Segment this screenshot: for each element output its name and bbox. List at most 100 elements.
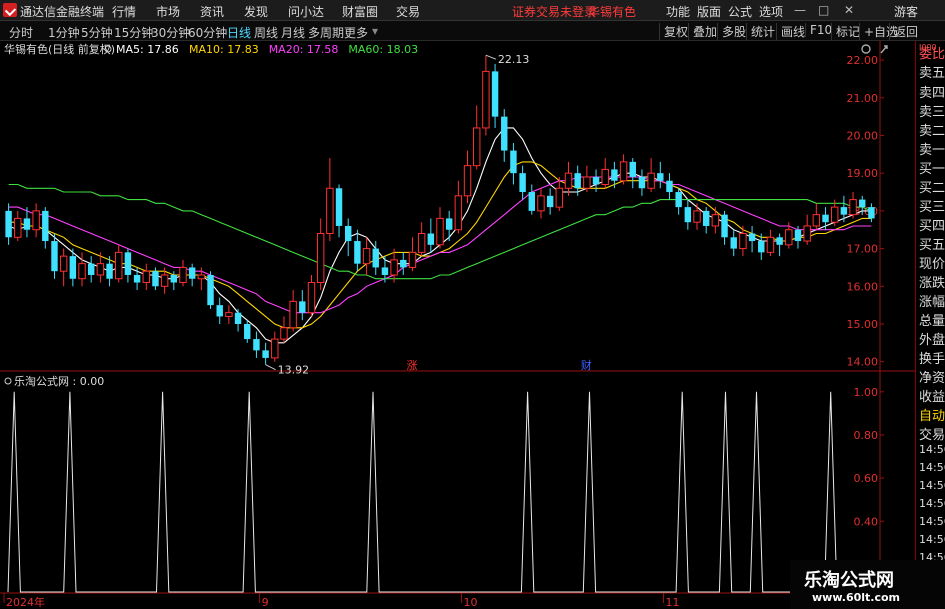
candle-body [78,263,86,280]
candle-body [160,274,169,287]
candle-body [785,229,793,246]
candle-body [519,173,526,193]
candle-body [188,267,196,279]
panel-time-4: 14:56 [919,497,945,510]
candle-body [400,259,407,268]
menu-item-markets[interactable]: 市场 [156,3,180,20]
tab-monthly[interactable]: 月线 [281,24,305,41]
panel-trade[interactable]: 交易 [919,424,945,443]
panel-turnover: 换手 [919,352,945,367]
indicator-tick-label: 1.00 [854,386,879,399]
draw-line-button[interactable]: 画线 [776,23,805,40]
panel-earnings: 收益 [919,390,945,405]
panel-volume: 总量 [919,314,945,329]
high-price-label: 22.13 [498,53,530,66]
f10-button[interactable]: F10 [805,23,832,37]
candle-body [859,199,866,208]
tab-multi-period[interactable]: 多周期 [308,24,344,41]
overlay-button[interactable]: 叠加 [688,23,717,40]
panel-buy2: 买二 [919,181,945,196]
menu-item-formula[interactable]: 公式 [728,3,752,20]
tab-more[interactable]: 更多 [344,24,368,41]
menu-item-options[interactable]: 选项 [759,3,783,20]
chevron-down-icon[interactable]: ▾ [372,24,378,38]
share-icon[interactable] [880,45,888,54]
adjust-button[interactable]: 复权 [659,23,688,40]
candle-body [436,217,444,246]
candle-body [730,237,737,249]
panel-net-assets: 净资 [919,371,945,386]
candle-body [776,237,783,245]
panel-auto[interactable]: 自动 [919,405,945,424]
candle-body [537,195,545,212]
panel-outer: 外盘 [919,333,945,348]
candle-body [693,210,701,223]
candle-body [344,225,352,242]
menu-item-functions[interactable]: 功能 [666,3,690,20]
price-tick-label: 14.00 [847,356,879,369]
price-tick-label: 20.00 [847,129,879,142]
candle-body [463,165,472,197]
tab-daily[interactable]: 日线 [227,24,251,41]
candle-body [23,218,31,230]
tab-weekly[interactable]: 周线 [254,24,278,41]
panel-buy3: 买三 [919,200,945,215]
candle-body [868,207,875,219]
candle-body [711,214,720,227]
panel-change-pct: 涨幅 [919,295,945,310]
menu-item-wealth[interactable]: 财富圈 [342,3,378,20]
candle-body [417,233,426,253]
menu-item-discover[interactable]: 发现 [244,3,268,20]
menu-bar: 通达信金融终端 行情 市场 资讯 发现 问小达 财富圈 交易 证券交易未登录 华… [0,0,945,21]
tab-1min[interactable]: 1分钟 [48,24,80,41]
candle-body [482,70,490,129]
menu-item-news[interactable]: 资讯 [200,3,224,20]
panel-change: 涨跌 [919,276,945,291]
tab-5min[interactable]: 5分钟 [81,24,113,41]
stock-name-label: 华锡有色 [588,5,637,19]
x-tick-label: 2024年 [6,595,45,609]
ma-legend-ma5: MA5: 17.86 [116,43,179,56]
chart-stock-name: 华锡有色 [4,42,48,56]
watermark-title: 乐淘公式网 [804,570,894,591]
candle-body [675,192,682,208]
panel-time-3: 14:56 [919,479,945,492]
stats-button[interactable]: 统计 [746,23,775,40]
panel-sell2: 卖二 [919,124,945,139]
maximize-icon[interactable]: □ [818,3,829,17]
candle-body [501,116,508,151]
watermark: 乐淘公式网 www.60lt.com [790,560,945,609]
guest-label[interactable]: 游客 [894,3,918,20]
menu-item-market[interactable]: 行情 [112,3,136,20]
multi-stock-button[interactable]: 多股 [717,23,746,40]
minimize-icon[interactable]: — [794,3,806,17]
panel-sell1: 卖一 [919,143,945,158]
settings-icon[interactable] [861,44,871,54]
menu-item-ask[interactable]: 问小达 [288,3,324,20]
price-tick-label: 16.00 [847,280,879,293]
indicator-tick-label: 0.60 [854,472,879,485]
tab-15min[interactable]: 15分钟 [114,24,153,41]
tab-30min[interactable]: 30分钟 [151,24,190,41]
tab-timeshare[interactable]: 分时 [9,24,33,41]
menu-item-trade[interactable]: 交易 [396,3,420,20]
close-icon[interactable]: ✕ [844,3,854,17]
panel-time-1: 14:56 [919,443,945,456]
candle-body [546,195,554,208]
candle-body [647,172,655,189]
tab-60min[interactable]: 60分钟 [188,24,227,41]
ma-legend-ma10: MA10: 17.83 [189,43,259,56]
candle-body [619,161,628,182]
candle-body [390,259,398,276]
candle-body [5,210,12,238]
candle-body [601,168,609,185]
login-notice[interactable]: 证券交易未登录 [512,3,596,20]
menu-item-layout[interactable]: 版面 [697,3,721,20]
mark-button[interactable]: 标记 [831,23,860,40]
event-marker: 涨 [406,359,417,372]
panel-price: 现价 [919,257,945,272]
x-tick-label: 11 [665,596,679,609]
candle-body [271,338,279,359]
chart-area[interactable]: 22.00 21.00 20.00 19.00 18.00 17.00 16.00 15.00… [0,41,915,609]
back-button[interactable]: 返回 [889,23,918,40]
